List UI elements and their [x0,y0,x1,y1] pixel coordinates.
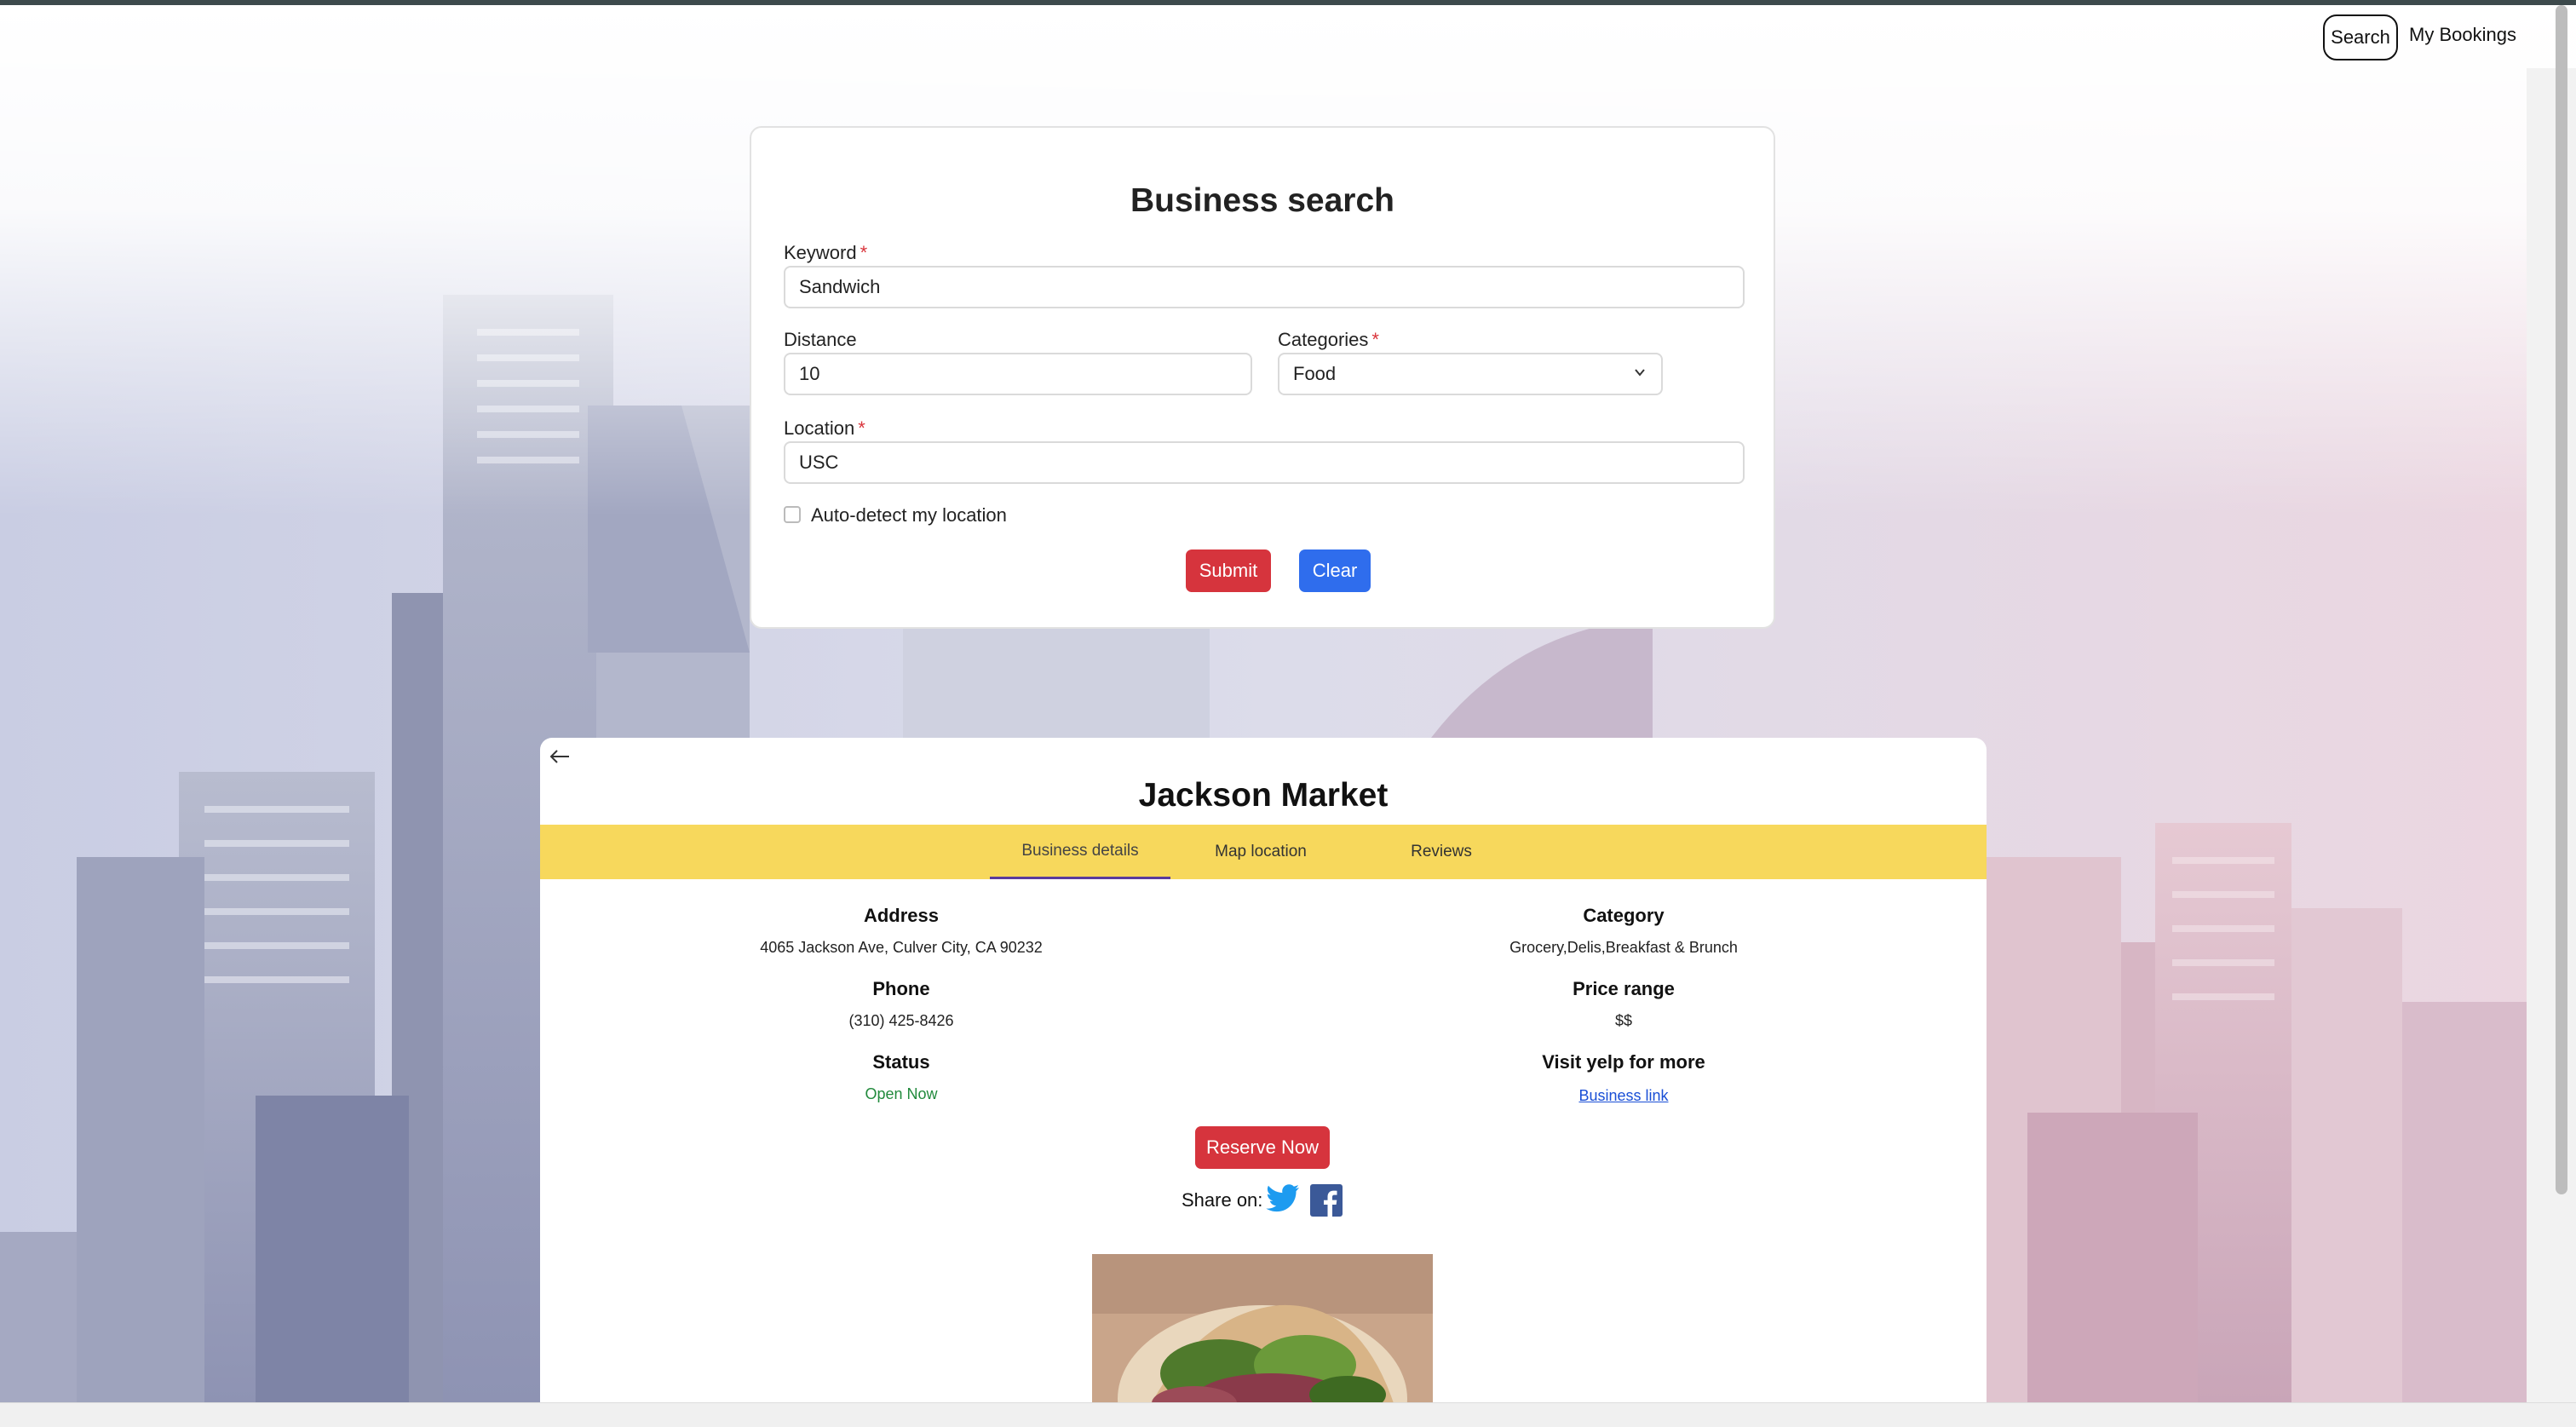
window-bottom-strip [0,1402,2576,1427]
status-heading: Status [872,1051,930,1073]
distance-input[interactable]: 10 [784,353,1252,395]
yelp-link-row: Business link [1368,1087,1879,1105]
page-scrollbar-thumb[interactable] [2556,5,2567,1194]
required-mark: * [1371,329,1379,350]
nav-my-bookings-link[interactable]: My Bookings [2409,24,2516,46]
nav-search-link[interactable]: Search [2323,14,2398,60]
business-search-card: Business search Keyword * Sandwich Distan… [750,126,1775,629]
phone-value: (310) 425-8426 [848,1012,954,1029]
share-label: Share on: [1182,1189,1263,1211]
address-value: 4065 Jackson Ave, Culver City, CA 90232 [760,939,1043,956]
submit-button[interactable]: Submit [1186,550,1271,592]
location-input[interactable]: USC [784,441,1745,484]
business-yelp-link[interactable]: Business link [1578,1087,1668,1104]
search-form-title: Business search [1130,182,1394,219]
price-range-value: $$ [1614,1012,1633,1029]
distance-label: Distance [784,329,857,350]
location-label: Location * [784,417,865,439]
facebook-icon[interactable] [1310,1184,1343,1217]
required-mark: * [860,242,868,263]
categories-label: Categories * [1278,329,1379,350]
keyword-input[interactable]: Sandwich [784,266,1745,308]
detail-tab-bar: Business details Map location Reviews [540,825,1987,879]
business-detail-card: Jackson Market Business details Map loca… [540,738,1987,1419]
category-value: Grocery,Delis,Breakfast & Brunch [1509,939,1738,956]
category-heading: Category [1583,905,1665,926]
address-heading: Address [863,905,940,926]
clear-button[interactable]: Clear [1299,550,1371,592]
price-range-heading: Price range [1573,978,1675,999]
auto-detect-label: Auto-detect my location [811,504,1007,526]
auto-detect-checkbox[interactable] [784,506,801,523]
keyword-label: Keyword * [784,242,868,263]
tab-business-details[interactable]: Business details [990,825,1170,879]
back-arrow-icon[interactable] [549,748,571,765]
business-photo [1092,1254,1433,1419]
twitter-icon[interactable] [1266,1184,1300,1213]
categories-select[interactable]: Food [1278,353,1663,395]
status-value: Open Now [865,1085,938,1102]
tab-map-location[interactable]: Map location [1170,825,1351,879]
page-scrollbar-track [2527,68,2576,1402]
reserve-now-button[interactable]: Reserve Now [1195,1126,1330,1169]
business-name: Jackson Market [1138,777,1389,814]
categories-selected-value: Food [1293,363,1337,384]
required-mark: * [858,417,865,439]
tab-reviews[interactable]: Reviews [1351,825,1532,879]
phone-heading: Phone [872,978,930,999]
chevron-down-icon [1635,369,1645,377]
yelp-heading: Visit yelp for more [1542,1051,1705,1073]
